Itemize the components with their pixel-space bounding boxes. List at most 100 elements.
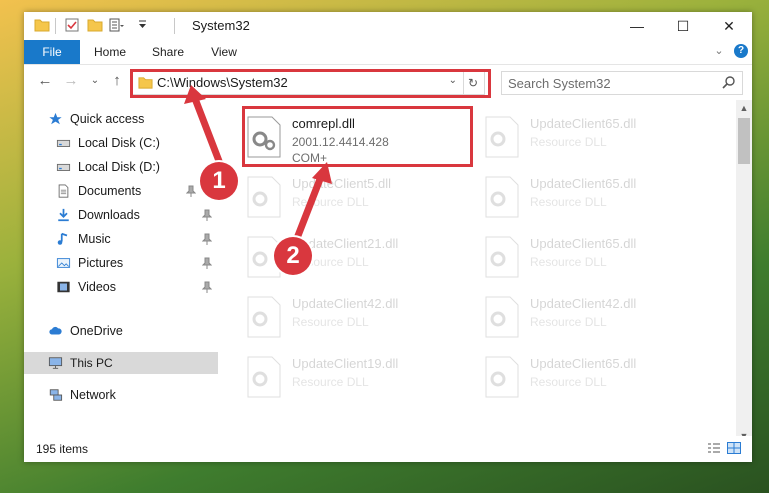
drive-icon	[56, 139, 71, 147]
file-tile[interactable]: UpdateClient42.dll Resource DLL	[220, 288, 440, 346]
nav-this-pc[interactable]: This PC	[24, 352, 218, 374]
file-name: UpdateClient65.dll	[530, 116, 637, 131]
file-type: Resource DLL	[530, 195, 607, 209]
step-badge-1: 1	[200, 162, 238, 200]
nav-pictures[interactable]: Pictures	[56, 252, 216, 274]
navigation-pane: Quick access Local Disk (C:) Local Disk …	[24, 100, 220, 430]
nav-label: Downloads	[78, 208, 140, 222]
pin-icon[interactable]	[202, 233, 212, 245]
file-tile[interactable]: UpdateClient65.dll Resource DLL	[458, 348, 678, 406]
pin-icon[interactable]	[202, 209, 212, 221]
file-tile[interactable]: UpdateClient19.dll Resource DLL	[220, 348, 440, 406]
pin-icon[interactable]	[186, 185, 196, 197]
pin-icon[interactable]	[202, 281, 212, 293]
drive-icon	[56, 163, 71, 171]
file-tile[interactable]: UpdateClient65.dll Resource DLL	[458, 168, 678, 226]
dll-file-icon	[485, 296, 519, 338]
file-type: Resource DLL	[530, 255, 607, 269]
video-icon	[57, 281, 70, 293]
file-tile[interactable]: UpdateClient65.dll Resource DLL	[458, 228, 678, 286]
close-button[interactable]: ✕	[706, 12, 752, 40]
computer-icon	[48, 357, 63, 369]
music-icon	[57, 232, 68, 245]
help-icon[interactable]: ?	[734, 44, 748, 58]
file-tile[interactable]: UpdateClient21.dll Resource DLL	[220, 228, 440, 286]
up-button[interactable]: ↑	[108, 72, 126, 90]
recent-locations-icon[interactable]: ⌄	[86, 72, 104, 90]
dll-file-icon	[247, 356, 281, 398]
tab-home[interactable]: Home	[86, 40, 134, 64]
large-icons-view-icon[interactable]	[727, 442, 741, 454]
explorer-window: System32 — ☐ ✕ File Home Share View ⌄ ? …	[24, 12, 752, 462]
file-type: Resource DLL	[530, 315, 607, 329]
nav-label: Documents	[78, 184, 142, 198]
file-highlight-box	[242, 106, 473, 167]
nav-label: Quick access	[70, 112, 145, 126]
chevron-down-icon[interactable]	[134, 17, 150, 33]
back-button[interactable]: ←	[36, 72, 54, 90]
search-input[interactable]	[506, 74, 710, 92]
file-tile[interactable]: UpdateClient5.dll Resource DLL	[220, 168, 440, 226]
folder-icon	[34, 19, 50, 32]
tab-share[interactable]: Share	[144, 40, 192, 64]
pin-icon[interactable]	[202, 257, 212, 269]
nav-label: OneDrive	[70, 324, 123, 338]
new-folder-icon[interactable]	[87, 17, 103, 33]
vertical-scrollbar[interactable]: ▲ ▼	[736, 100, 752, 444]
file-type: Resource DLL	[292, 195, 369, 209]
network-icon	[49, 389, 63, 401]
customize-toolbar-icon[interactable]	[108, 17, 124, 33]
title-bar: System32 — ☐ ✕	[24, 12, 752, 40]
maximize-button[interactable]: ☐	[660, 12, 706, 40]
file-type: Resource DLL	[292, 315, 369, 329]
dll-file-icon	[485, 236, 519, 278]
file-name: UpdateClient65.dll	[530, 236, 637, 251]
star-icon	[49, 112, 62, 125]
file-name: UpdateClient65.dll	[530, 176, 637, 191]
file-name: UpdateClient19.dll	[292, 356, 399, 371]
document-icon	[58, 184, 69, 198]
pictures-icon	[56, 258, 71, 268]
properties-icon[interactable]	[64, 17, 80, 33]
details-view-icon[interactable]	[707, 442, 721, 454]
minimize-button[interactable]: —	[614, 12, 660, 40]
file-name: UpdateClient65.dll	[530, 356, 637, 371]
nav-label: Local Disk (D:)	[78, 160, 160, 174]
nav-label: Local Disk (C:)	[78, 136, 160, 150]
file-tile[interactable]: UpdateClient42.dll Resource DLL	[458, 288, 678, 346]
tab-view[interactable]: View	[202, 40, 246, 64]
dll-file-icon	[485, 176, 519, 218]
search-box[interactable]	[501, 71, 743, 95]
window-title: System32	[192, 18, 250, 33]
scrollbar-thumb[interactable]	[738, 118, 750, 164]
nav-label: Network	[70, 388, 116, 402]
ribbon: File Home Share View ⌄ ?	[24, 40, 752, 65]
tab-file[interactable]: File	[24, 40, 80, 64]
nav-label: This PC	[70, 356, 113, 370]
nav-downloads[interactable]: Downloads	[56, 204, 216, 226]
nav-documents[interactable]: Documents	[56, 180, 216, 202]
search-icon[interactable]	[722, 75, 736, 89]
dll-file-icon	[247, 296, 281, 338]
expand-ribbon-icon[interactable]: ⌄	[712, 44, 726, 58]
nav-local-disk-c[interactable]: Local Disk (C:)	[56, 132, 216, 154]
cloud-icon	[49, 326, 62, 335]
status-bar: 195 items	[24, 436, 752, 462]
file-name: UpdateClient42.dll	[530, 296, 637, 311]
nav-local-disk-d[interactable]: Local Disk (D:)	[56, 156, 216, 178]
step-badge-2: 2	[274, 237, 312, 275]
divider	[174, 18, 175, 34]
scroll-up-icon[interactable]: ▲	[736, 100, 752, 116]
item-count: 195 items	[36, 442, 89, 456]
nav-label: Music	[78, 232, 111, 246]
divider	[55, 18, 56, 34]
download-icon	[58, 208, 69, 222]
forward-button[interactable]: →	[62, 72, 80, 90]
dll-file-icon	[485, 356, 519, 398]
nav-music[interactable]: Music	[56, 228, 216, 250]
file-type: Resource DLL	[530, 135, 607, 149]
file-tile[interactable]: UpdateClient65.dll Resource DLL	[458, 108, 678, 166]
nav-videos[interactable]: Videos	[56, 276, 216, 298]
file-name: UpdateClient5.dll	[292, 176, 392, 191]
nav-label: Pictures	[78, 256, 124, 270]
